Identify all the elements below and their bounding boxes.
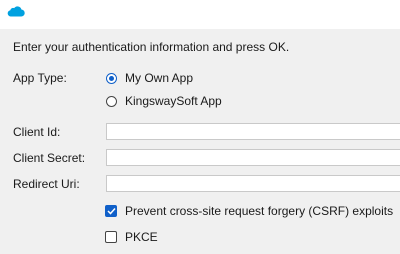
salesforce-cloud-icon [7,5,25,17]
title-bar [0,0,400,29]
csrf-checkbox[interactable]: Prevent cross-site request forgery (CSRF… [105,203,393,219]
radio-kingswaysoft-app-label: KingswaySoft App [125,94,222,108]
pkce-checkbox-label: PKCE [125,230,158,244]
radio-my-own-app[interactable]: My Own App [106,70,240,86]
redirect-uri-label: Redirect Uri: [13,177,80,191]
checkbox-unchecked[interactable] [105,231,117,243]
csrf-checkbox-label: Prevent cross-site request forgery (CSRF… [125,204,394,218]
radio-my-own-app-label: My Own App [125,71,194,85]
redirect-uri-input[interactable] [107,176,400,191]
checkmark-icon [106,207,116,215]
client-id-label: Client Id: [13,125,61,139]
client-secret-label: Client Secret: [13,151,86,165]
client-id-input[interactable] [107,124,400,139]
radio-unselected-indicator[interactable] [106,95,117,107]
pkce-checkbox[interactable]: PKCE [105,229,158,245]
app-type-label: App Type: [13,71,67,85]
client-secret-field[interactable] [106,149,400,166]
checkbox-checked[interactable] [105,205,117,217]
radio-kingswaysoft-app[interactable]: KingswaySoft App [106,93,240,109]
client-secret-input[interactable] [107,150,400,165]
redirect-uri-field[interactable] [106,175,400,192]
radio-selected-indicator[interactable] [106,72,117,84]
client-id-field[interactable] [106,123,400,140]
instructions-text: Enter your authentication information an… [13,40,290,54]
